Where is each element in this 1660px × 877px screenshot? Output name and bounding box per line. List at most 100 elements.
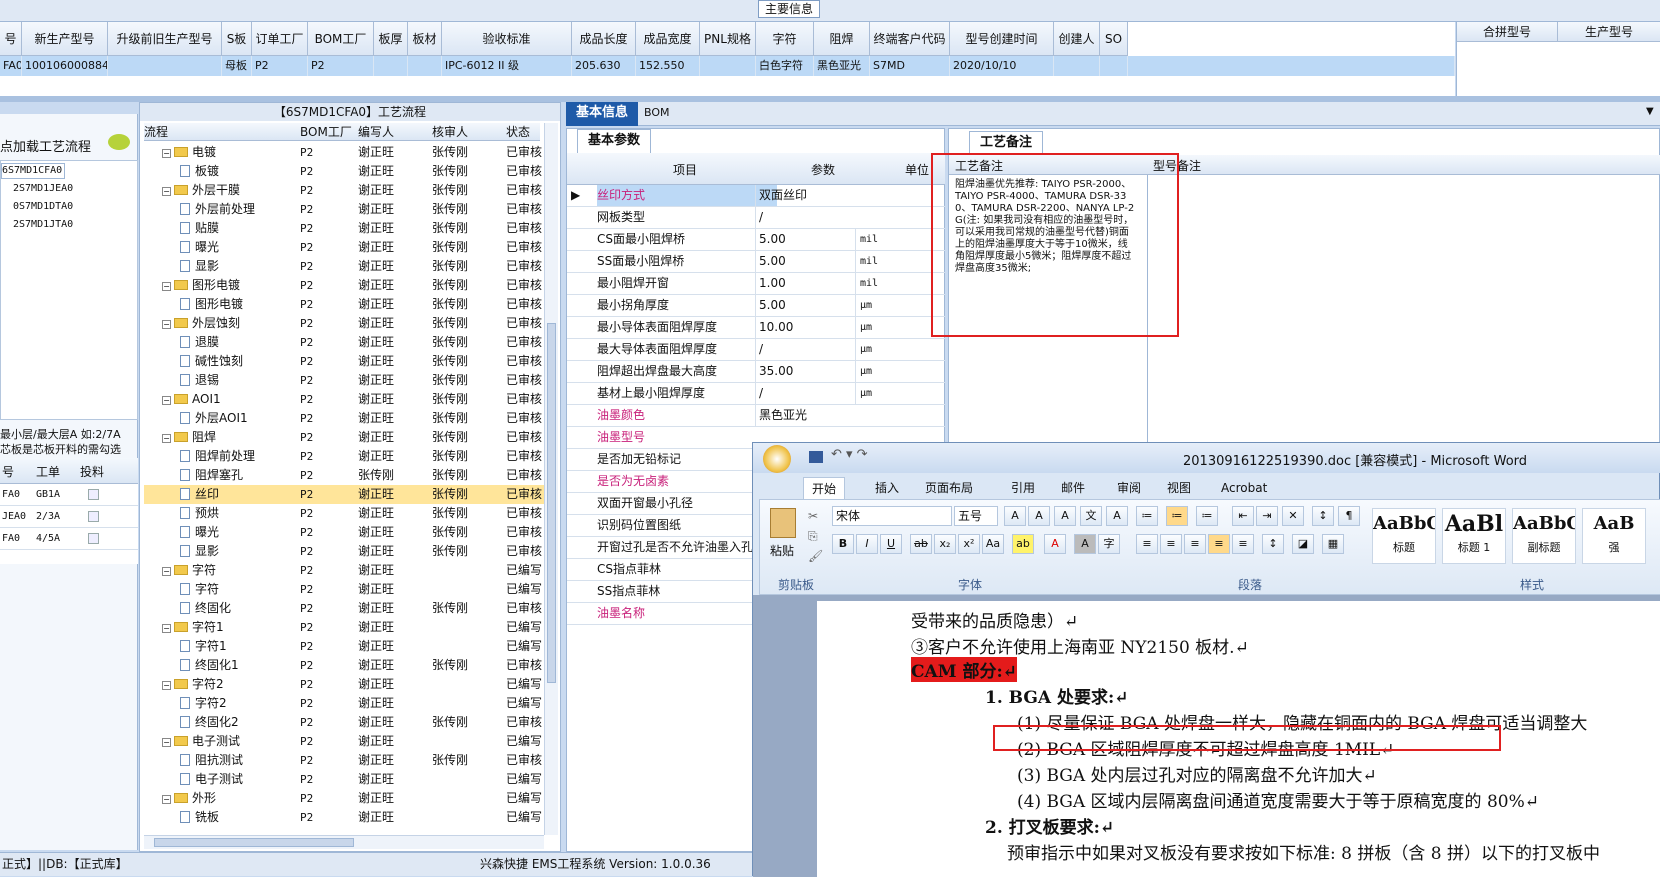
flow-row[interactable]: − 外层蚀刻 P2 谢正旺 张传刚 已审核 [144, 314, 546, 333]
collapse-icon[interactable]: − [162, 624, 171, 633]
flow-row[interactable]: − 字符1 P2 谢正旺 已编写 [144, 618, 546, 637]
flow-row[interactable]: − 外层干膜 P2 谢正旺 张传刚 已审核 [144, 181, 546, 200]
document-line[interactable]: (4) BGA 区域内层隔离盘间通道宽度需要大于等于原稿宽度的 80%↵ [1017, 787, 1539, 812]
document-line[interactable]: (3) BGA 处内层过孔对应的隔离盘不允许加大↵ [1017, 761, 1377, 786]
flow-row[interactable]: 字符 P2 谢正旺 已编写 [144, 580, 546, 599]
tab-basic-params[interactable]: 基本参数 [577, 129, 652, 153]
feed-checkbox[interactable] [88, 511, 99, 522]
flow-row[interactable]: − 电子测试 P2 谢正旺 已编写 [144, 732, 546, 751]
flow-row[interactable]: 预烘 P2 谢正旺 张传刚 已审核 [144, 504, 546, 523]
workorder-row[interactable]: FA0 GB1A [0, 484, 138, 506]
flow-row[interactable]: − 外形 P2 谢正旺 已编写 [144, 789, 546, 808]
grid-cell[interactable] [1128, 56, 1455, 76]
column-header[interactable]: 新生产型号 [22, 22, 108, 56]
grid-cell[interactable]: P2 [252, 56, 308, 76]
param-row[interactable]: 网板类型 / [567, 207, 945, 229]
flow-row[interactable]: 电子测试 P2 谢正旺 已编写 [144, 770, 546, 789]
flow-row[interactable]: 字符1 P2 谢正旺 已编写 [144, 637, 546, 656]
column-header[interactable]: 板厚 [374, 22, 408, 56]
grid-cell[interactable]: S7MD [870, 56, 950, 76]
column-header[interactable]: 升级前旧生产型号 [108, 22, 222, 56]
flow-row[interactable]: 终固化 P2 谢正旺 张传刚 已审核 [144, 599, 546, 618]
tree-item[interactable]: 0S7MD1DTA0 [13, 201, 73, 212]
column-header[interactable]: S板 [222, 22, 252, 56]
grid-cell[interactable]: 2020/10/10 [950, 56, 1054, 76]
param-row[interactable]: CS面最小阻焊桥 5.00 mil [567, 229, 945, 251]
param-row[interactable]: 阻焊超出焊盘最大高度 35.00 μm [567, 361, 945, 383]
collapse-icon[interactable]: − [162, 434, 171, 443]
param-row[interactable]: 油墨颜色 黑色亚光 [567, 405, 945, 427]
grid-cell[interactable] [1100, 56, 1128, 76]
flow-row[interactable]: 碱性蚀刻 P2 谢正旺 张传刚 已审核 [144, 352, 546, 371]
param-row[interactable]: 最小导体表面阻焊厚度 10.00 μm [567, 317, 945, 339]
production-col-header[interactable]: 生产型号 [1558, 22, 1660, 42]
column-header[interactable]: SO [1100, 22, 1128, 56]
column-header[interactable]: 字符 [756, 22, 814, 56]
flow-row[interactable]: 终固化2 P2 谢正旺 张传刚 已审核 [144, 713, 546, 732]
param-row[interactable]: 最小阻焊开窗 1.00 mil [567, 273, 945, 295]
column-header[interactable]: 型号创建时间 [950, 22, 1054, 56]
param-value[interactable]: 35.00 [755, 361, 851, 382]
col-bom-factory[interactable]: BOM工厂 [300, 123, 352, 141]
grid-cell[interactable]: 母板 [222, 56, 252, 76]
flow-row[interactable]: 退膜 P2 谢正旺 张传刚 已审核 [144, 333, 546, 352]
param-value[interactable]: 10.00 [755, 317, 851, 338]
grid-cell[interactable]: FA0 [0, 56, 22, 76]
tree-item[interactable]: 2S7MD1JTA0 [13, 219, 73, 230]
column-header[interactable]: 订单工厂 [252, 22, 308, 56]
param-row[interactable]: 最小拐角厚度 5.00 μm [567, 295, 945, 317]
column-header[interactable]: 阻焊 [814, 22, 870, 56]
param-value[interactable]: 5.00 [755, 251, 851, 272]
flow-row[interactable]: 丝印 P2 谢正旺 张传刚 已审核 [144, 485, 546, 504]
col-unit[interactable]: 单位 [905, 161, 929, 178]
tab-basic-info[interactable]: 基本信息 [566, 102, 639, 126]
column-header[interactable]: BOM工厂 [308, 22, 374, 56]
feed-checkbox[interactable] [88, 489, 99, 500]
tab-process-remarks[interactable]: 工艺备注 [969, 131, 1044, 155]
param-value[interactable]: / [755, 339, 851, 360]
flow-row[interactable]: 阻抗测试 P2 谢正旺 张传刚 已审核 [144, 751, 546, 770]
flow-row[interactable]: − 电镀 P2 谢正旺 张传刚 已审核 [144, 143, 546, 162]
flow-row[interactable]: 外层AOI1 P2 谢正旺 张传刚 已审核 [144, 409, 546, 428]
flow-row[interactable]: 终固化1 P2 谢正旺 张传刚 已审核 [144, 656, 546, 675]
feed-checkbox[interactable] [88, 533, 99, 544]
style-button[interactable]: AaBl 标题 1 [1442, 508, 1506, 564]
flow-row[interactable]: − 字符2 P2 谢正旺 已编写 [144, 675, 546, 694]
param-value[interactable]: 5.00 [755, 229, 851, 250]
document-line[interactable]: 2. 打叉板要求:↵ [985, 813, 1114, 838]
col-status[interactable]: 状态 [506, 123, 530, 141]
flow-row[interactable]: − 阻焊 P2 谢正旺 张传刚 已审核 [144, 428, 546, 447]
column-header[interactable]: 验收标准 [442, 22, 572, 56]
flow-row[interactable]: 阻焊塞孔 P2 张传刚 张传刚 已审核 [144, 466, 546, 485]
grid-cell[interactable]: 10010600088445 [22, 56, 108, 76]
collapse-icon[interactable]: − [162, 320, 171, 329]
flow-row[interactable]: 退锡 P2 谢正旺 张传刚 已审核 [144, 371, 546, 390]
tree-root[interactable]: 6S7MD1CFA0 [1, 163, 65, 179]
grid-cell[interactable]: 205.630 [572, 56, 636, 76]
flow-vertical-scrollbar[interactable] [544, 123, 558, 835]
collapse-icon[interactable]: − [162, 681, 171, 690]
column-header[interactable]: 板材 [408, 22, 442, 56]
flow-row[interactable]: 图形电镀 P2 谢正旺 张传刚 已审核 [144, 295, 546, 314]
document-line[interactable]: CAM 部分:↵ [911, 657, 1017, 682]
chat-bubble-icon[interactable] [108, 134, 130, 150]
param-value[interactable]: / [755, 207, 851, 228]
grid-cell[interactable]: IPC-6012 II 级 [442, 56, 572, 76]
style-button[interactable]: AaB 强 [1582, 508, 1646, 564]
column-header[interactable]: PNL规格 [700, 22, 756, 56]
style-button[interactable]: AaBbC 标题 [1372, 508, 1436, 564]
column-header[interactable]: 成品宽度 [636, 22, 700, 56]
column-header[interactable]: 创建人 [1054, 22, 1100, 56]
flow-row[interactable]: 铣板 P2 谢正旺 已编写 [144, 808, 546, 827]
grid-cell[interactable]: P2 [308, 56, 374, 76]
flow-row[interactable]: − 字符 P2 谢正旺 已编写 [144, 561, 546, 580]
collapse-icon[interactable]: − [162, 795, 171, 804]
param-value[interactable]: 5.00 [755, 295, 851, 316]
param-row[interactable]: 最大导体表面阻焊厚度 / μm [567, 339, 945, 361]
scroll-thumb[interactable] [154, 838, 354, 847]
param-value[interactable]: 1.00 [755, 273, 851, 294]
flow-row[interactable]: 阻焊前处理 P2 谢正旺 张传刚 已审核 [144, 447, 546, 466]
grid-cell[interactable]: 黑色亚光 [814, 56, 870, 76]
flow-row[interactable]: 板镀 P2 谢正旺 张传刚 已审核 [144, 162, 546, 181]
load-flow-label[interactable]: 点加载工艺流程 [0, 136, 100, 156]
